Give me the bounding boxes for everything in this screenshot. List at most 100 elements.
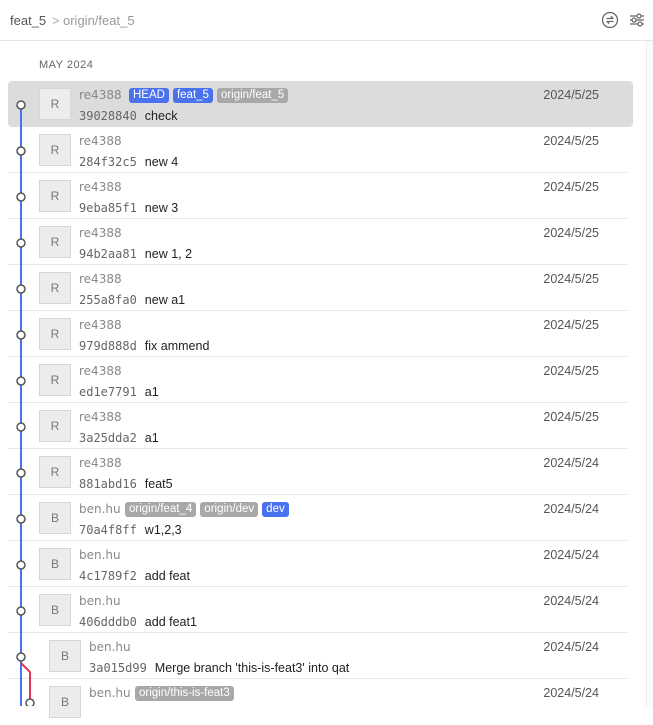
avatar: R [39,272,71,304]
commit-message: new 1, 2 [144,247,193,261]
commit-date: 2024/5/24 [543,686,599,700]
commit-date: 2024/5/25 [543,226,599,240]
commit-message: feat5 [144,477,173,491]
avatar: B [49,686,81,718]
scrollbar[interactable] [646,41,653,706]
commit-row[interactable]: Bben.hu 3a015d99 Merge branch 'this-is-fea… [8,633,627,679]
ref-badge[interactable]: origin/feat_5 [216,88,289,103]
avatar: R [39,134,71,166]
commit-row[interactable]: Rre4388 ed1e7791 a1 2024/5/25 [8,357,627,403]
commit-sha: 4c1789f2 [79,569,137,583]
ref-badge[interactable]: origin/this-is-feat3 [135,686,234,701]
commit-author: ben.hu [89,686,131,700]
ref-badge[interactable]: feat_5 [172,88,213,103]
commit-row[interactable]: Rre4388 9eba85f1 new 3 2024/5/25 [8,173,627,219]
month-group-label: MAY 2024 [39,59,94,71]
commit-date: 2024/5/25 [543,410,599,424]
commit-row[interactable]: Bben.hu origin/feat_4 origin/dev dev 70a4f8f… [8,495,627,541]
commit-author: re4388 [79,134,122,148]
ref-badges: HEAD feat_5 origin/feat_5 [129,88,289,103]
commit-message: check [144,109,178,123]
commit-author: ben.hu [79,594,121,608]
commit-date: 2024/5/25 [543,364,599,378]
branch-header: feat_5 > origin/feat_5 [0,0,653,41]
avatar: R [39,456,71,488]
commit-sha: 39028840 [79,109,137,123]
commit-date: 2024/5/25 [543,88,599,102]
commit-author: re4388 [79,456,122,470]
commit-date: 2024/5/24 [543,594,599,608]
commit-author: re4388 [79,364,122,378]
commit-row[interactable]: Rre4388 255a8fa0 new a1 2024/5/25 [8,265,627,311]
commit-author: re4388 [79,88,122,102]
commit-date: 2024/5/25 [543,318,599,332]
commit-row[interactable]: Bben.hu origin/this-is-feat3 2024/5/24 [8,679,627,725]
commit-sha: 406dddb0 [79,615,137,629]
commit-author: ben.hu [79,548,121,562]
avatar: R [39,410,71,442]
commit-sha: 284f32c5 [79,155,137,169]
breadcrumb-separator: > [52,13,60,28]
commit-row[interactable]: Rre4388 3a25dda2 a1 2024/5/25 [8,403,627,449]
commit-row[interactable]: Bben.hu 406dddb0 add feat1 2024/5/24 [8,587,627,633]
current-branch-label[interactable]: feat_5 [10,13,46,28]
commit-message: a1 [144,431,159,445]
upstream-branch-label[interactable]: origin/feat_5 [63,13,135,28]
commit-row[interactable]: Rre4388 HEAD feat_5 origin/feat_5 39028840 ch… [8,81,633,127]
commit-message: new a1 [144,293,186,307]
avatar: R [39,180,71,212]
avatar: R [39,226,71,258]
commit-row[interactable]: Rre4388 881abd16 feat5 2024/5/24 [8,449,627,495]
commit-sha: 3a25dda2 [79,431,137,445]
commit-date: 2024/5/25 [543,180,599,194]
commit-row[interactable]: Rre4388 94b2aa81 new 1, 2 2024/5/25 [8,219,627,265]
avatar: R [39,318,71,350]
avatar: B [39,594,71,626]
commit-author: ben.hu [79,502,121,516]
commit-sha: 881abd16 [79,477,137,491]
commit-message: add feat1 [144,615,197,629]
avatar: B [39,502,71,534]
commit-sha: ed1e7791 [79,385,137,399]
ref-badge[interactable]: HEAD [129,88,169,103]
commit-date: 2024/5/24 [543,548,599,562]
ref-badge[interactable]: dev [262,502,289,517]
commit-author: re4388 [79,410,122,424]
commit-author: re4388 [79,272,122,286]
commit-date: 2024/5/25 [543,272,599,286]
commit-row[interactable]: Rre4388 284f32c5 new 4 2024/5/25 [8,127,627,173]
commit-sha: 3a015d99 [89,661,147,675]
avatar: B [49,640,81,672]
commit-message: new 3 [144,201,179,215]
avatar: R [39,364,71,396]
commit-sha: 70a4f8ff [79,523,137,537]
ref-badges: origin/feat_4 origin/dev dev [125,502,289,517]
avatar: R [39,88,71,120]
commit-message: w1,2,3 [144,523,182,537]
commit-author: re4388 [79,226,122,240]
commit-date: 2024/5/24 [543,502,599,516]
commit-message: a1 [144,385,159,399]
commit-author: re4388 [79,180,122,194]
commit-message: fix ammend [144,339,210,353]
commit-row[interactable]: Bben.hu 4c1789f2 add feat 2024/5/24 [8,541,627,587]
ref-badge[interactable]: origin/feat_4 [125,502,197,517]
avatar: B [39,548,71,580]
ref-badge[interactable]: origin/dev [200,502,259,517]
commit-message: Merge branch 'this-is-feat3' into qat [154,661,350,675]
commit-sha: 979d888d [79,339,137,353]
commit-date: 2024/5/24 [543,640,599,654]
commit-sha: 94b2aa81 [79,247,137,261]
ref-badges: origin/this-is-feat3 [135,686,234,701]
commit-date: 2024/5/25 [543,134,599,148]
commit-row[interactable]: Rre4388 979d888d fix ammend 2024/5/25 [8,311,627,357]
commit-sha: 9eba85f1 [79,201,137,215]
commit-message: add feat [144,569,190,583]
filter-settings-icon[interactable] [628,11,646,29]
commit-date: 2024/5/24 [543,456,599,470]
commit-author: re4388 [79,318,122,332]
sync-icon[interactable] [601,11,619,29]
commit-sha: 255a8fa0 [79,293,137,307]
commit-author: ben.hu [89,640,131,654]
commit-message: new 4 [144,155,179,169]
